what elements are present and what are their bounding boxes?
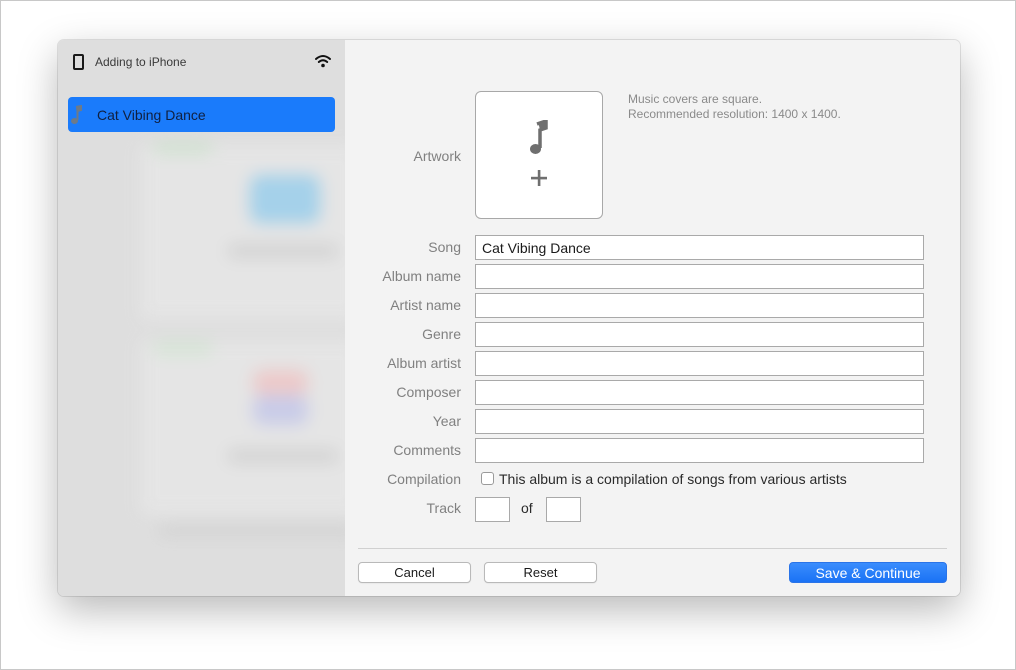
blurred-text bbox=[228, 450, 338, 462]
blurred-image bbox=[253, 395, 308, 425]
artwork-hint: Music covers are square. Recommended res… bbox=[628, 92, 841, 122]
comments-label: Comments bbox=[393, 442, 461, 458]
song-details-form: Artwork Music covers are square. Recomme… bbox=[345, 40, 960, 596]
compilation-checkbox[interactable] bbox=[481, 472, 494, 485]
track-number-field[interactable] bbox=[475, 497, 510, 522]
blurred-image bbox=[253, 370, 308, 395]
album-artist-label: Album artist bbox=[387, 355, 461, 371]
blurred-tag bbox=[153, 142, 213, 154]
compilation-label: Compilation bbox=[387, 471, 461, 487]
music-note-icon bbox=[530, 120, 548, 154]
screen-frame: Adding to iPhone Cat Vibing Dance Artwor… bbox=[0, 0, 1016, 670]
blurred-image bbox=[250, 175, 320, 223]
year-label: Year bbox=[432, 413, 461, 429]
track-total-field[interactable] bbox=[546, 497, 581, 522]
blurred-card bbox=[140, 145, 345, 320]
album-artist-field[interactable] bbox=[475, 351, 924, 376]
year-field[interactable] bbox=[475, 409, 924, 434]
plus-icon bbox=[531, 170, 547, 186]
sidebar: Adding to iPhone Cat Vibing Dance bbox=[58, 40, 345, 596]
blurred-tag bbox=[153, 342, 213, 354]
song-label: Song bbox=[428, 239, 461, 255]
composer-label: Composer bbox=[396, 384, 461, 400]
wifi-icon bbox=[315, 55, 331, 68]
music-note-icon bbox=[71, 105, 82, 124]
add-song-dialog: Adding to iPhone Cat Vibing Dance Artwor… bbox=[58, 40, 960, 596]
blurred-text bbox=[158, 525, 345, 537]
blurred-text bbox=[228, 245, 338, 257]
save-continue-button[interactable]: Save & Continue bbox=[789, 562, 947, 583]
track-of-label: of bbox=[521, 500, 533, 516]
artist-name-label: Artist name bbox=[390, 297, 461, 313]
sidebar-title: Adding to iPhone bbox=[95, 55, 187, 69]
artwork-label: Artwork bbox=[413, 148, 461, 164]
artwork-hint-line: Music covers are square. bbox=[628, 92, 763, 106]
song-field[interactable] bbox=[475, 235, 924, 260]
sidebar-header: Adding to iPhone bbox=[58, 40, 345, 84]
comments-field[interactable] bbox=[475, 438, 924, 463]
footer-divider bbox=[358, 548, 947, 549]
artwork-drop-zone[interactable] bbox=[475, 91, 603, 219]
reset-button[interactable]: Reset bbox=[484, 562, 597, 583]
cancel-button[interactable]: Cancel bbox=[358, 562, 471, 583]
blurred-card bbox=[140, 340, 345, 515]
genre-label: Genre bbox=[422, 326, 461, 342]
artist-name-field[interactable] bbox=[475, 293, 924, 318]
sidebar-item-label: Cat Vibing Dance bbox=[97, 106, 206, 123]
sidebar-item-song[interactable]: Cat Vibing Dance bbox=[68, 97, 335, 132]
track-label: Track bbox=[426, 500, 461, 516]
album-name-label: Album name bbox=[382, 268, 461, 284]
composer-field[interactable] bbox=[475, 380, 924, 405]
album-name-field[interactable] bbox=[475, 264, 924, 289]
genre-field[interactable] bbox=[475, 322, 924, 347]
compilation-checkbox-label[interactable]: This album is a compilation of songs fro… bbox=[499, 471, 847, 487]
artwork-hint-line: Recommended resolution: 1400 x 1400. bbox=[628, 107, 841, 121]
iphone-icon bbox=[73, 54, 84, 70]
